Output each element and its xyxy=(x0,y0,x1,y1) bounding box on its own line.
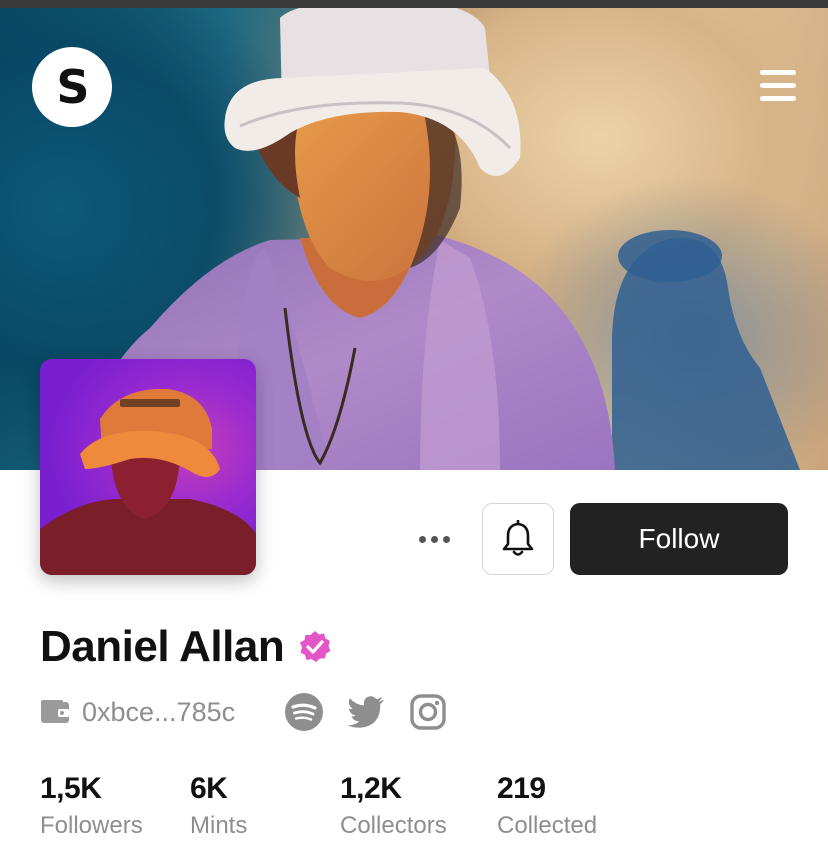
wallet-address[interactable]: 0xbce...785c xyxy=(40,697,235,728)
stat-collected[interactable]: 219 Collected xyxy=(497,772,597,840)
stat-label: Collectors xyxy=(340,812,447,839)
twitter-link[interactable] xyxy=(347,693,385,731)
wallet-icon xyxy=(41,700,69,723)
stat-label: Collected xyxy=(497,812,598,839)
verified-badge-icon xyxy=(300,631,331,662)
stat-value: 1,2K xyxy=(340,772,402,805)
menu-icon[interactable] xyxy=(760,70,798,104)
wallet-address-text: 0xbce...785c xyxy=(82,696,236,727)
avatar xyxy=(40,359,256,575)
notifications-button[interactable] xyxy=(482,503,554,575)
social-links xyxy=(285,693,447,731)
stat-followers[interactable]: 1,5K Followers xyxy=(40,772,143,840)
profile-name-row: Daniel Allan xyxy=(40,622,332,672)
profile-meta-row: 0xbce...785c xyxy=(40,690,447,734)
twitter-icon xyxy=(347,696,385,728)
browser-top-edge xyxy=(0,0,828,8)
profile-stats: 1,5K Followers 6K Mints 1,2K Collectors … xyxy=(40,772,740,842)
spotify-link[interactable] xyxy=(285,693,324,731)
bell-icon xyxy=(502,520,534,556)
stat-mints[interactable]: 6K Mints xyxy=(190,772,247,840)
instagram-icon xyxy=(410,694,446,730)
follow-button[interactable]: Follow xyxy=(570,503,788,575)
stat-label: Mints xyxy=(190,812,248,839)
more-options-button[interactable] xyxy=(412,526,456,552)
profile-name: Daniel Allan xyxy=(40,622,285,671)
instagram-link[interactable] xyxy=(409,693,447,731)
avatar-photo-illustration xyxy=(40,388,256,575)
spotify-icon xyxy=(285,693,324,731)
stat-label: Followers xyxy=(40,812,143,839)
stat-value: 6K xyxy=(190,772,228,805)
stat-value: 1,5K xyxy=(40,772,102,805)
stat-collectors[interactable]: 1,2K Collectors xyxy=(340,772,447,840)
logo-letter: S xyxy=(56,60,89,114)
site-logo[interactable]: S xyxy=(32,47,112,127)
stat-value: 219 xyxy=(497,772,546,805)
